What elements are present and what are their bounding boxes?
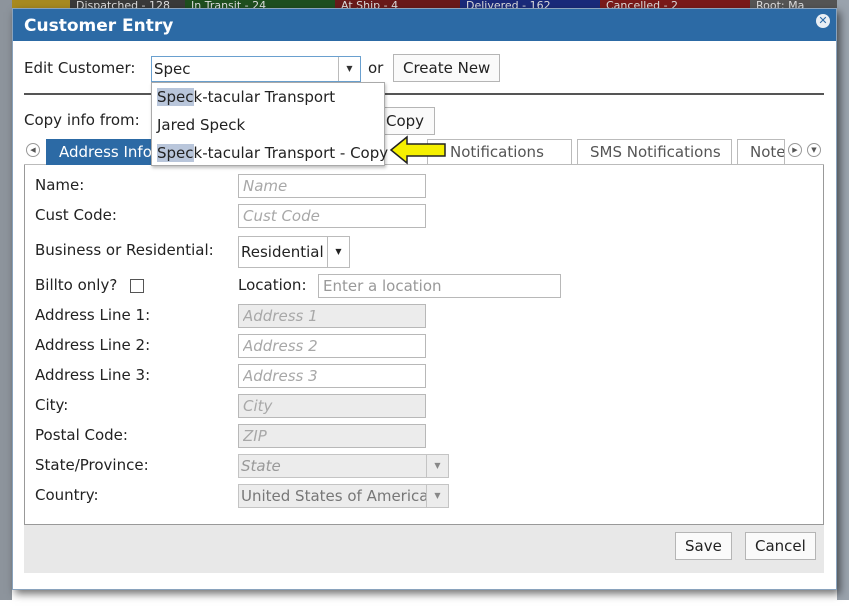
country-select[interactable]: United States of America ▼ — [238, 484, 449, 508]
name-label: Name: — [35, 176, 85, 194]
business-residential-label: Business or Residential: — [35, 241, 214, 259]
state-province-select[interactable]: State ▼ — [238, 454, 449, 478]
country-value: United States of America — [241, 487, 427, 505]
location-input[interactable] — [318, 274, 561, 298]
edit-customer-label: Edit Customer: — [24, 59, 136, 77]
yellow-pointer-arrow-icon — [389, 135, 446, 165]
background-left-edge — [0, 0, 12, 600]
address-line-3-input[interactable] — [238, 364, 426, 388]
tab-sms-notifications[interactable]: SMS Notifications — [577, 139, 732, 165]
dialog-titlebar: Customer Entry ✕ — [13, 9, 836, 41]
address-line-2-label: Address Line 2: — [35, 336, 151, 354]
chevron-down-icon[interactable]: ▼ — [426, 455, 448, 477]
autocomplete-item-text: k-tacular Transport - Copy — [193, 144, 389, 162]
state-province-value: State — [241, 457, 281, 475]
city-input[interactable] — [238, 394, 426, 418]
autocomplete-item[interactable]: Speck-tacular Transport — [152, 83, 384, 111]
match-highlight: Spec — [157, 144, 194, 162]
name-input[interactable] — [238, 174, 426, 198]
business-residential-select[interactable]: Residential ▼ — [238, 236, 350, 268]
billto-only-label: Billto only? — [35, 276, 118, 294]
create-new-button[interactable]: Create New — [393, 54, 501, 82]
tab-notifications[interactable]: Notifications — [427, 139, 572, 165]
address-line-1-input[interactable] — [238, 304, 426, 328]
postal-code-input[interactable] — [238, 424, 426, 448]
cust-code-label: Cust Code: — [35, 206, 117, 224]
state-province-label: State/Province: — [35, 456, 149, 474]
autocomplete-item-text: Jared Speck — [157, 116, 246, 134]
chevron-down-icon[interactable]: ▼ — [426, 485, 448, 507]
cust-code-input[interactable] — [238, 204, 426, 228]
city-label: City: — [35, 396, 69, 414]
tab-scroll-left-icon[interactable]: ◀ — [26, 143, 40, 157]
dialog-title: Customer Entry — [24, 16, 174, 36]
autocomplete-item[interactable]: Speck-tacular Transport - Copy — [152, 139, 388, 167]
tab-scroll-right-icon[interactable]: ▶ — [788, 143, 802, 157]
divider — [24, 93, 824, 95]
match-highlight: Spec — [157, 88, 194, 106]
country-label: Country: — [35, 486, 99, 504]
save-button[interactable]: Save — [675, 532, 732, 560]
business-residential-value: Residential — [241, 243, 324, 261]
chevron-down-icon[interactable]: ▼ — [327, 237, 349, 267]
billto-only-checkbox[interactable] — [130, 279, 144, 293]
address-line-3-label: Address Line 3: — [35, 366, 151, 384]
copy-info-label: Copy info from: — [24, 111, 140, 129]
edit-customer-value[interactable]: Spec — [154, 60, 191, 78]
background-right-edge — [837, 0, 849, 600]
address-line-2-input[interactable] — [238, 334, 426, 358]
autocomplete-item-text: k-tacular Transport — [193, 88, 336, 106]
customer-entry-dialog: Customer Entry ✕ Edit Customer: Spec ▼ o… — [12, 8, 837, 590]
close-icon[interactable]: ✕ — [816, 14, 830, 28]
postal-code-label: Postal Code: — [35, 426, 128, 444]
tab-notes[interactable]: Notes — [737, 139, 785, 165]
customer-autocomplete-list: Speck-tacular Transport Jared Speck Spec… — [151, 82, 388, 167]
chevron-down-icon[interactable]: ▼ — [338, 57, 360, 81]
or-label: or — [368, 59, 384, 77]
location-label: Location: — [238, 276, 307, 294]
cancel-button[interactable]: Cancel — [745, 532, 816, 560]
tab-list-icon[interactable]: ▼ — [807, 143, 821, 157]
edit-customer-combobox[interactable]: Spec ▼ — [151, 56, 361, 82]
autocomplete-item[interactable]: Jared Speck — [152, 111, 384, 139]
address-line-1-label: Address Line 1: — [35, 306, 151, 324]
